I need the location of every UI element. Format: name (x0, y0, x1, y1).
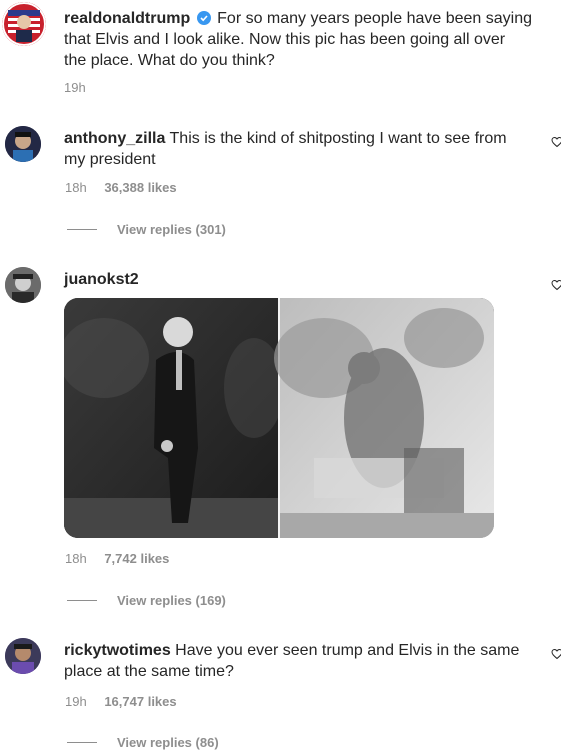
likes-count[interactable]: 7,742 likes (104, 551, 169, 566)
comment-meta: 19h 16,747 likes (65, 694, 177, 709)
caption-text: realdonaldtrump For so many years people… (64, 8, 544, 71)
comment-line-2: place at the same time? (64, 663, 234, 680)
avatar[interactable] (5, 267, 41, 303)
likes-count[interactable]: 36,388 likes (104, 180, 176, 195)
comment-line-1: This is the kind of shitposting I want t… (169, 130, 507, 147)
view-replies-button[interactable]: View replies (301) (67, 222, 226, 237)
comment-image[interactable] (64, 298, 494, 538)
comment-username[interactable]: rickytwotimes (64, 642, 171, 659)
comment-text: anthony_zilla This is the kind of shitpo… (64, 128, 534, 170)
comment-time: 19h (65, 694, 87, 709)
replies-divider (67, 742, 97, 743)
avatar[interactable] (2, 2, 46, 46)
view-replies-label: View replies (301) (117, 222, 226, 237)
view-replies-label: View replies (86) (117, 735, 219, 750)
verified-badge-icon (196, 11, 211, 25)
view-replies-button[interactable]: View replies (86) (67, 735, 219, 750)
comment-time: 18h (65, 180, 87, 195)
replies-divider (67, 229, 97, 230)
comment-username[interactable]: anthony_zilla (64, 130, 165, 147)
heart-icon[interactable] (551, 136, 561, 148)
comment-meta: 18h 7,742 likes (65, 551, 169, 566)
avatar[interactable] (5, 126, 41, 162)
view-replies-button[interactable]: View replies (169) (67, 593, 226, 608)
comment-line-2: my president (64, 151, 156, 168)
comment-text: juanokst2 (64, 269, 139, 290)
comment-meta: 18h 36,388 likes (65, 180, 177, 195)
heart-icon[interactable] (551, 648, 561, 660)
likes-count[interactable]: 16,747 likes (104, 694, 176, 709)
avatar[interactable] (5, 638, 41, 674)
caption-line-3: the place. What do you think? (64, 52, 275, 69)
post-time: 19h (64, 80, 86, 95)
post-username[interactable]: realdonaldtrump (64, 10, 190, 27)
view-replies-label: View replies (169) (117, 593, 226, 608)
caption-line-2: that Elvis and I look alike. Now this pi… (64, 31, 506, 48)
caption-line-1: For so many years people have been sayin… (217, 10, 532, 27)
heart-icon[interactable] (551, 279, 561, 291)
comment-line-1: Have you ever seen trump and Elvis in th… (175, 642, 520, 659)
replies-divider (67, 600, 97, 601)
comment-time: 18h (65, 551, 87, 566)
comment-username[interactable]: juanokst2 (64, 271, 139, 288)
comment-text: rickytwotimes Have you ever seen trump a… (64, 640, 534, 682)
